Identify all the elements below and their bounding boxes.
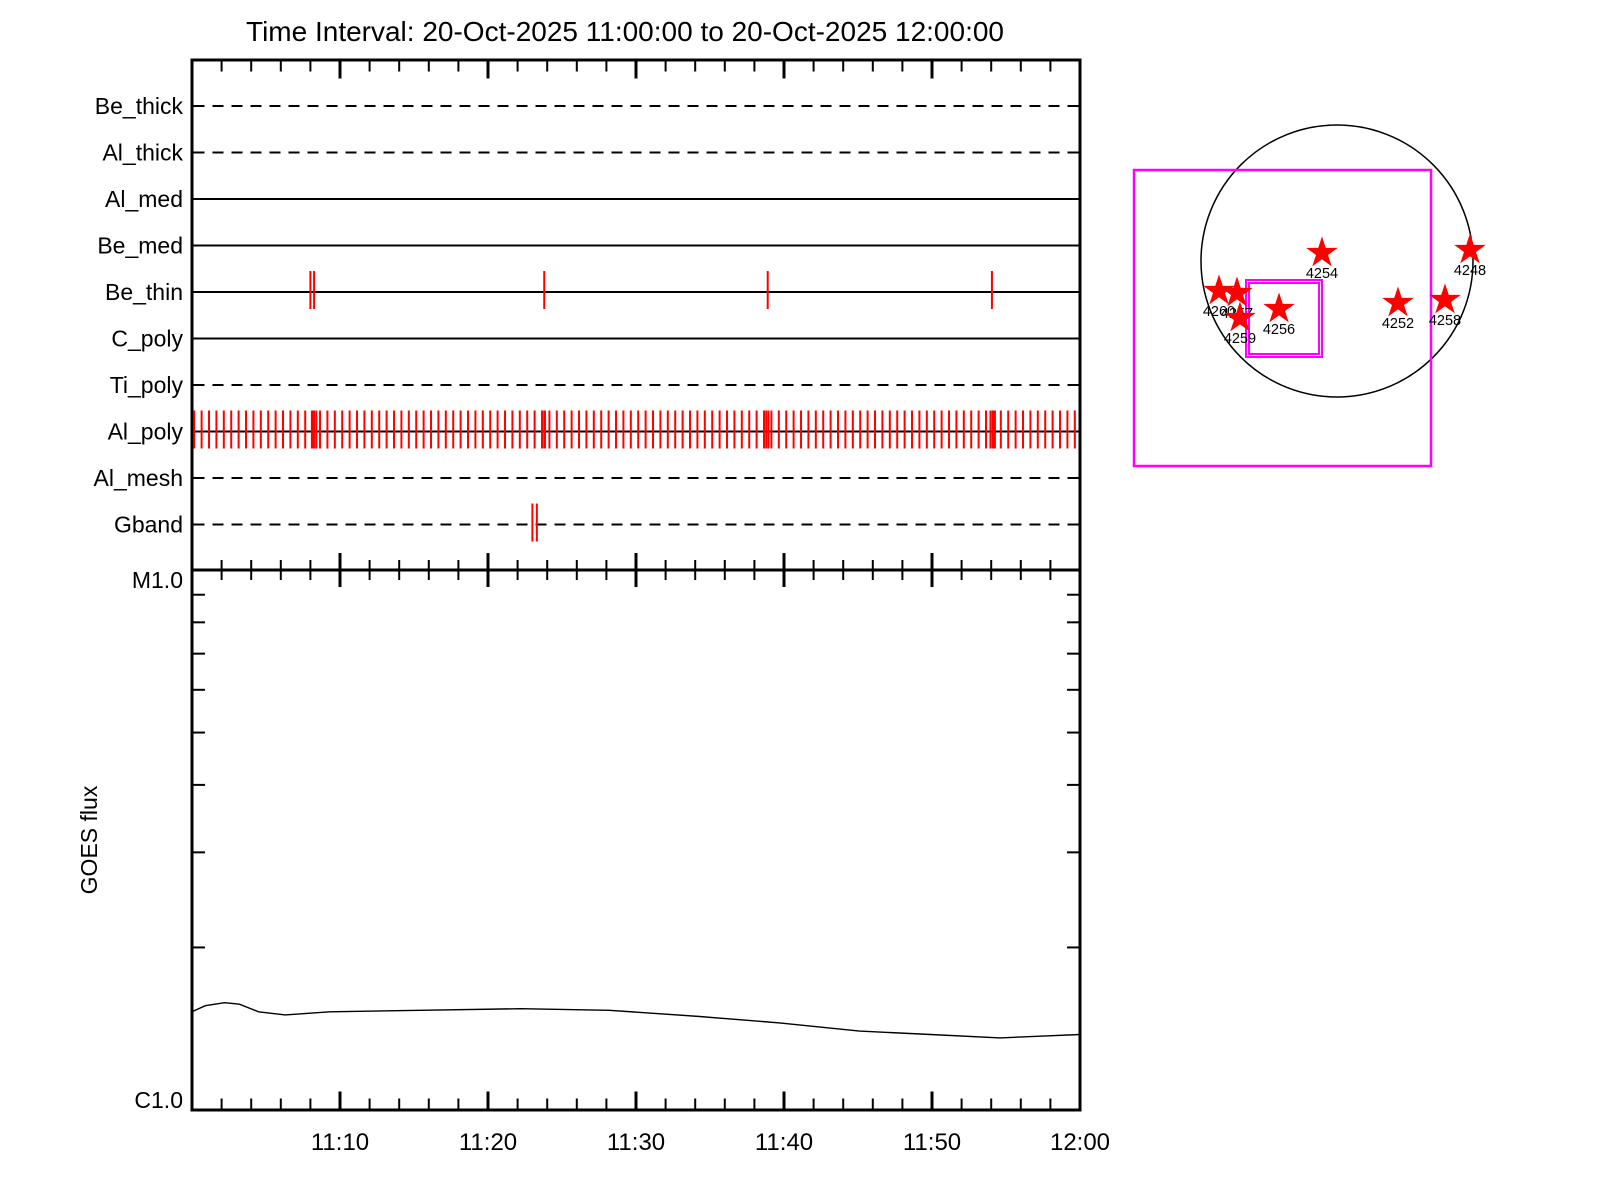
goes-y-label-top: M1.0 <box>132 567 183 593</box>
goes-y-label-bottom: C1.0 <box>134 1087 183 1113</box>
x-tick-label-12:00: 12:00 <box>1050 1129 1110 1156</box>
star-marker-4258 <box>1429 283 1461 314</box>
filter-label-Al_poly: Al_poly <box>108 419 184 445</box>
region-label-4252: 4252 <box>1382 316 1414 332</box>
filter-label-Gband: Gband <box>114 512 183 538</box>
star-marker-4248 <box>1454 233 1486 264</box>
filter-label-Be_thick: Be_thick <box>95 93 184 119</box>
x-tick-label-11:30: 11:30 <box>607 1129 665 1156</box>
filter-label-Al_mesh: Al_mesh <box>94 465 183 491</box>
filter-label-Ti_poly: Ti_poly <box>110 372 184 398</box>
x-tick-label-11:10: 11:10 <box>311 1129 369 1156</box>
region-label-4259: 4259 <box>1224 331 1256 347</box>
region-label-4256: 4256 <box>1263 322 1295 338</box>
goes-ylabel: GOES flux <box>76 785 102 894</box>
x-tick-label-11:50: 11:50 <box>903 1129 961 1156</box>
star-marker-4254 <box>1306 236 1338 267</box>
filter-label-Be_med: Be_med <box>97 233 183 259</box>
star-marker-4256 <box>1263 292 1295 323</box>
goes-panel-border <box>190 568 1082 1112</box>
region-label-4248: 4248 <box>1454 263 1486 279</box>
timeline-panel-border <box>190 58 1082 572</box>
x-tick-label-11:40: 11:40 <box>755 1129 813 1156</box>
filter-label-Be_thin: Be_thin <box>105 279 183 305</box>
plot-canvas: Be_thick Al_thick Al_med Be_med Be_thin C_pol… <box>76 58 1486 1156</box>
region-label-4258: 4258 <box>1429 313 1461 329</box>
plot-title: Time Interval: 20-Oct-2025 11:00:00 to 2… <box>246 16 1004 47</box>
xrt-planning-plot: Time Interval: 20-Oct-2025 11:00:00 to 2… <box>0 0 1600 1200</box>
region-label-4254: 4254 <box>1306 266 1338 282</box>
star-marker-4252 <box>1382 286 1414 317</box>
filter-label-Al_med: Al_med <box>105 186 183 212</box>
filter-label-C_poly: C_poly <box>111 326 183 352</box>
x-tick-label-11:20: 11:20 <box>459 1129 517 1156</box>
filter-label-Al_thick: Al_thick <box>102 140 183 166</box>
goes-flux-curve <box>191 1001 1081 1039</box>
